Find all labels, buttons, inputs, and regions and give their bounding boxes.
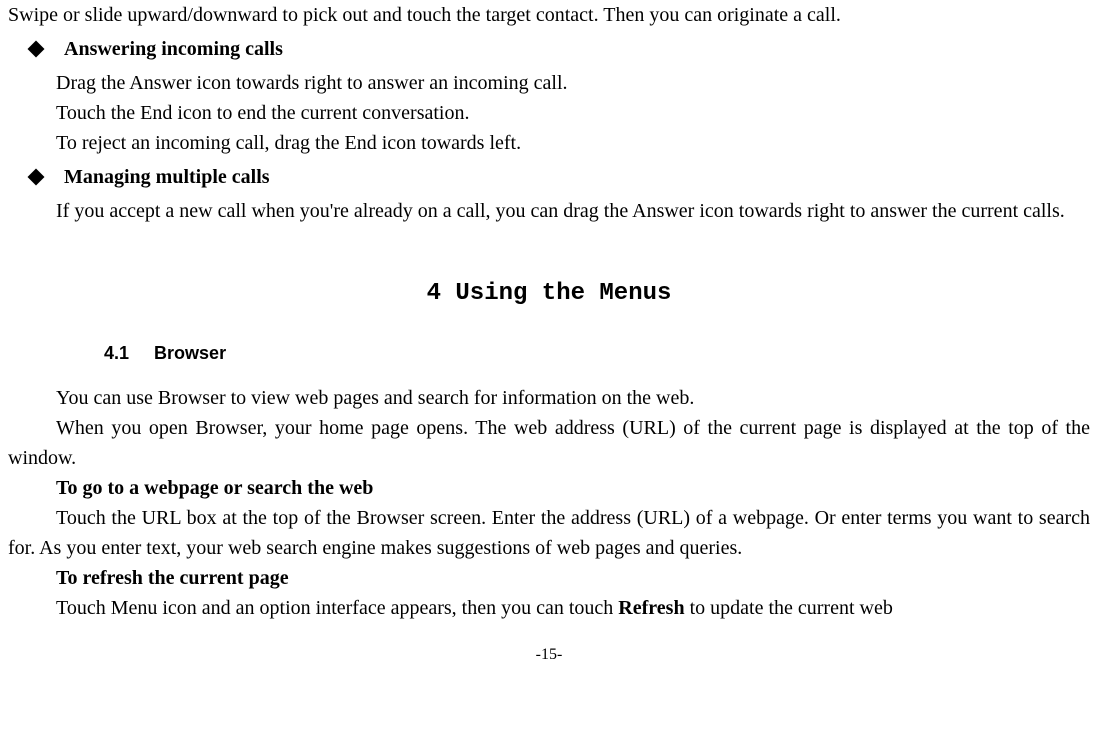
diamond-icon [28,169,45,186]
answering-line-2: Touch the End icon to end the current co… [8,98,1090,128]
refresh-word: Refresh [618,597,684,619]
goto-title: To go to a webpage or search the web [8,473,1090,503]
bullet-answering: Answering incoming calls [8,34,1090,64]
subsection-number: 4.1 [104,340,129,367]
refresh-body: Touch Menu icon and an option interface … [8,593,1090,623]
answering-line-1: Drag the Answer icon towards right to an… [8,68,1090,98]
browser-p2: When you open Browser, your home page op… [8,413,1090,473]
intro-line: Swipe or slide upward/downward to pick o… [8,0,1090,30]
multiple-body: If you accept a new call when you're alr… [8,196,1090,226]
answering-title: Answering incoming calls [64,34,283,64]
goto-body: Touch the URL box at the top of the Brow… [8,503,1090,563]
refresh-prefix: Touch Menu icon and an option interface … [56,597,618,619]
browser-p1: You can use Browser to view web pages an… [8,383,1090,413]
subsection-browser: 4.1 Browser [104,340,1090,367]
multiple-title: Managing multiple calls [64,162,270,192]
answering-line-3: To reject an incoming call, drag the End… [8,128,1090,158]
subsection-title: Browser [154,343,226,363]
refresh-suffix: to update the current web [685,597,893,619]
refresh-title: To refresh the current page [8,563,1090,593]
bullet-multiple: Managing multiple calls [8,162,1090,192]
section-heading: 4 Using the Menus [8,276,1090,312]
diamond-icon [28,41,45,58]
page-number: -15- [8,643,1090,667]
